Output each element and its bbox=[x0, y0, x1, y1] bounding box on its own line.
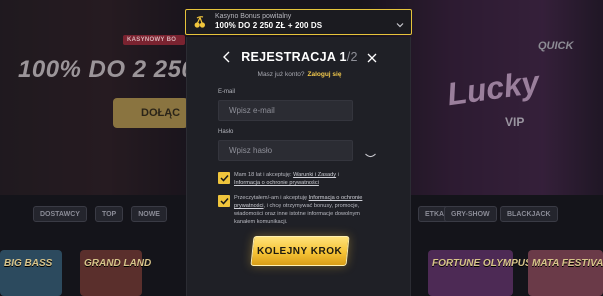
nav-chip-blackjack: BLACKJACK bbox=[500, 206, 558, 222]
next-step-button[interactable]: KOLEJNY KROK bbox=[250, 236, 350, 266]
login-prompt-text: Masz już konto? bbox=[257, 71, 305, 78]
promo-headline: 100% DO 2 250 bbox=[18, 56, 196, 83]
quick-banner-text: QUICK bbox=[538, 40, 574, 52]
vip-banner-text: VIP bbox=[505, 115, 525, 129]
eye-toggle-icon[interactable] bbox=[365, 147, 376, 158]
marketing-checkbox[interactable] bbox=[218, 195, 230, 207]
password-label: Hasło bbox=[218, 129, 234, 135]
close-icon[interactable] bbox=[366, 51, 378, 63]
email-label: E-mail bbox=[218, 89, 236, 95]
promo-tag: KASYNOWY BO bbox=[123, 35, 185, 45]
modal-header: REJESTRACJA 1/2 bbox=[187, 47, 412, 67]
title-step: 1 bbox=[339, 50, 347, 64]
game-tile: GRAND LAND bbox=[80, 250, 151, 296]
marketing-consent-text: Przeczytałem/-am i akceptuję Informacja … bbox=[234, 195, 363, 226]
email-field[interactable] bbox=[218, 100, 353, 121]
bonus-value: 100% DO 2 250 ZŁ + 200 DS bbox=[215, 21, 323, 31]
cherry-icon bbox=[192, 14, 208, 30]
game-tile: FORTUNE OLYMPUS bbox=[428, 250, 532, 296]
next-step-label: KOLEJNY KROK bbox=[257, 245, 343, 257]
promo-join-button: DOŁĄC bbox=[113, 98, 188, 128]
terms-consent-text: Mam 18 lat i akceptuję: Warunki i Zasady… bbox=[234, 172, 339, 187]
nav-chip-new: NOWE bbox=[131, 206, 167, 222]
nav-chip-game-show: GRY-SHOW bbox=[444, 206, 497, 222]
bonus-label: Kasyno Bonus powitalny bbox=[215, 13, 292, 21]
welcome-bonus-selector[interactable]: Kasyno Bonus powitalny 100% DO 2 250 ZŁ … bbox=[185, 9, 412, 35]
title-total: /2 bbox=[346, 50, 358, 64]
chevron-down-icon bbox=[395, 17, 405, 28]
terms-link[interactable]: Warunki i Zasady bbox=[293, 172, 336, 178]
login-prompt: Masz już konto? Zaloguj się bbox=[187, 71, 412, 78]
privacy-link[interactable]: Informacja o ochronie prywatności bbox=[234, 180, 319, 186]
modal-title: REJESTRACJA 1/2 bbox=[187, 50, 412, 64]
nav-chip-top: TOP bbox=[94, 206, 124, 222]
password-field[interactable] bbox=[218, 140, 353, 161]
registration-modal: REJESTRACJA 1/2 Masz już konto? Zaloguj s… bbox=[186, 37, 411, 296]
game-tile: BIG BASS bbox=[0, 250, 62, 296]
nav-chip-providers: DOSTAWCY bbox=[33, 206, 87, 222]
game-tile: MATA FESTIVAL bbox=[528, 250, 603, 296]
title-prefix: REJESTRACJA bbox=[241, 50, 340, 64]
terms-checkbox[interactable] bbox=[218, 172, 230, 184]
login-link[interactable]: Zaloguj się bbox=[308, 71, 342, 78]
